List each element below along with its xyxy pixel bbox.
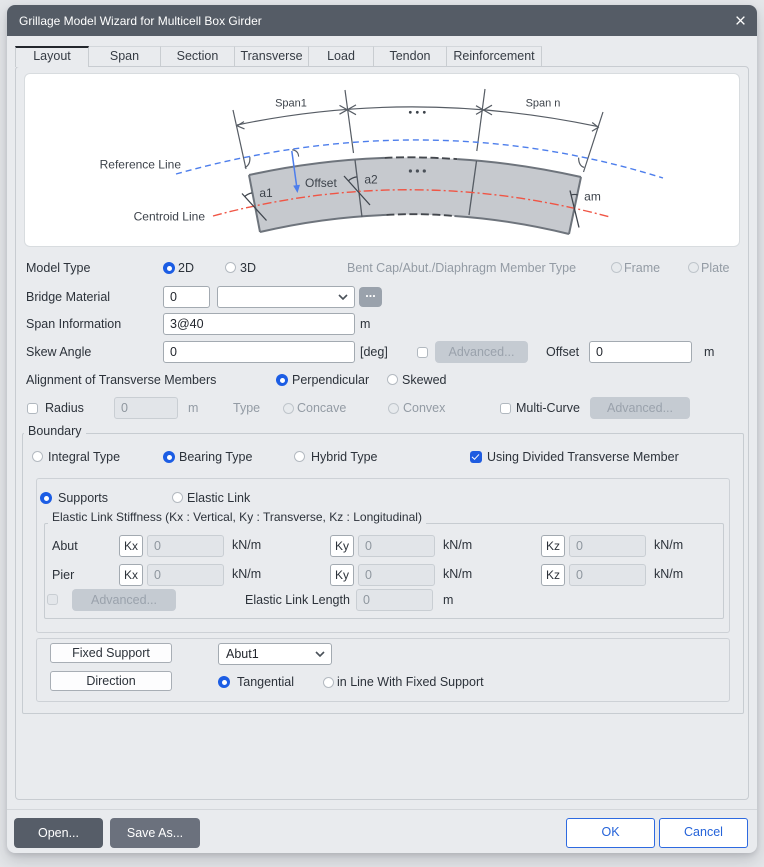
svg-text:a2: a2 [364,173,378,187]
svg-text:Span n: Span n [526,98,561,110]
svg-text:a1: a1 [259,186,273,200]
svg-text:Span1: Span1 [275,98,307,110]
svg-text:Reference Line: Reference Line [100,158,182,172]
svg-text:Centroid Line: Centroid Line [134,210,206,224]
svg-text:Offset: Offset [305,176,337,190]
svg-text:am: am [584,190,601,204]
